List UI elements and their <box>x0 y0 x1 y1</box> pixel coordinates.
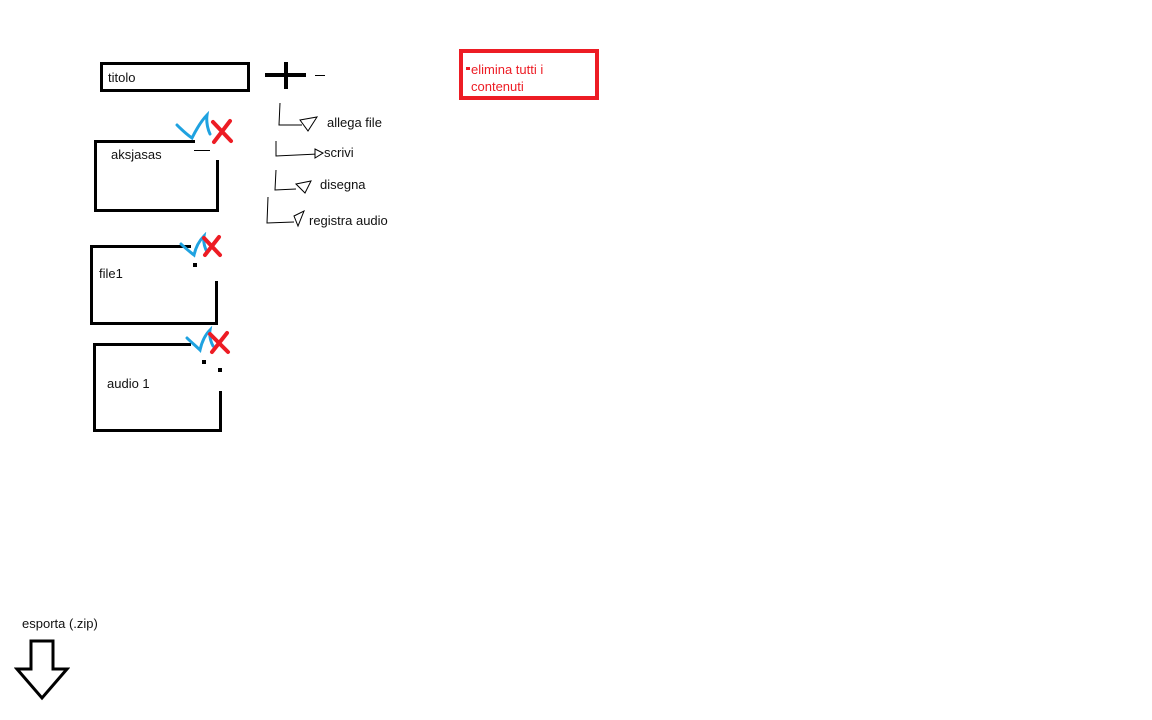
note-card-actions <box>175 110 233 144</box>
cursor-icon <box>293 209 305 228</box>
delete-all-mark <box>466 67 470 70</box>
minimize-icon[interactable] <box>194 150 210 151</box>
note-card-label: audio 1 <box>107 376 150 391</box>
menu-item-write[interactable]: scrivi <box>324 145 354 160</box>
note-card-actions <box>179 232 222 258</box>
note-card-label: aksjasas <box>111 147 162 162</box>
menu-item-record-audio[interactable]: registra audio <box>309 213 388 228</box>
delete-x-icon <box>211 119 233 144</box>
delete-all-button[interactable]: elimina tutti i contenuti <box>459 49 599 100</box>
cursor-icon <box>299 116 319 132</box>
add-icon[interactable] <box>284 62 288 89</box>
menu-item-attach-file[interactable]: allega file <box>327 115 382 130</box>
cursor-icon <box>294 180 312 194</box>
cursor-icon <box>314 148 325 159</box>
note-card-actions <box>185 326 230 354</box>
handle-icon <box>193 263 197 267</box>
title-input[interactable]: titolo <box>100 62 250 92</box>
download-arrow-icon[interactable] <box>14 639 70 703</box>
title-input-value: titolo <box>108 70 136 85</box>
export-label: esporta (.zip) <box>22 616 98 631</box>
note-card-label: file1 <box>99 266 123 281</box>
delete-x-icon <box>202 235 222 257</box>
handle-icon <box>202 360 206 364</box>
handle-icon <box>218 368 222 372</box>
collapse-button[interactable] <box>315 75 325 76</box>
menu-item-draw[interactable]: disegna <box>320 177 366 192</box>
confirm-check-icon <box>175 110 212 141</box>
delete-all-label: elimina tutti i contenuti <box>471 62 544 94</box>
